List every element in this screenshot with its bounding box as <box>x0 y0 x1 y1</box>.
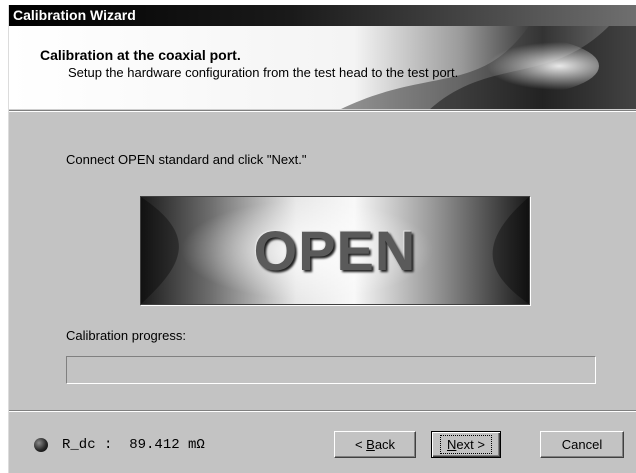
back-button[interactable]: < Back <box>334 431 416 458</box>
cancel-button[interactable]: Cancel <box>540 431 624 458</box>
calibration-wizard-window: Calibration Wizard Calibration at the co… <box>8 5 636 473</box>
open-standard-label: OPEN <box>253 219 417 282</box>
open-standard-image: OPEN <box>140 196 530 305</box>
header-subtitle: Setup the hardware configuration from th… <box>68 65 459 80</box>
progress-label: Calibration progress: <box>66 328 186 343</box>
led-indicator-icon <box>34 438 48 452</box>
instruction-text: Connect OPEN standard and click "Next." <box>66 152 307 167</box>
next-button[interactable]: Next > <box>431 431 501 458</box>
header-divider-highlight <box>9 111 636 112</box>
window-title: Calibration Wizard <box>9 5 636 26</box>
footer-divider-highlight <box>9 411 636 412</box>
next-button-label: ext > <box>456 437 485 452</box>
next-button-mnemonic: N <box>447 437 457 452</box>
next-button-focus: Next > <box>440 435 492 454</box>
rdc-readout: R_dc : 89.412 mΩ <box>62 437 205 453</box>
wizard-header: Calibration at the coaxial port. Setup t… <box>9 26 636 110</box>
back-button-prefix: < <box>354 437 367 452</box>
back-button-label: ack <box>374 437 396 452</box>
back-button-mnemonic: B <box>366 437 375 452</box>
calibration-progress-bar <box>66 356 596 384</box>
header-title: Calibration at the coaxial port. <box>40 47 241 63</box>
